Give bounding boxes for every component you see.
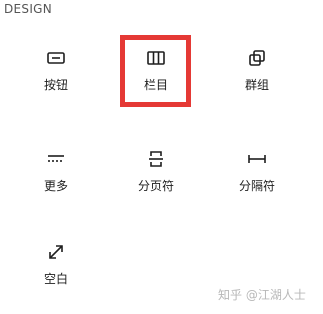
block-separator[interactable]: 分隔符 (209, 134, 305, 210)
button-icon (44, 46, 68, 70)
block-page-break[interactable]: 分页符 (108, 134, 204, 210)
block-more[interactable]: 更多 (8, 134, 104, 210)
watermark: 知乎 @江湖人士 (218, 288, 306, 302)
block-button[interactable]: 按钮 (8, 33, 104, 109)
separator-icon (245, 147, 269, 171)
page-break-icon (144, 147, 168, 171)
block-label: 按钮 (43, 78, 68, 92)
block-label: 分页符 (137, 179, 174, 193)
block-label: 更多 (43, 179, 68, 193)
spacer-icon (44, 240, 68, 264)
group-icon (245, 46, 269, 70)
block-label: 群组 (244, 78, 269, 92)
block-label: 分隔符 (238, 179, 275, 193)
block-label: 空白 (43, 272, 68, 286)
block-columns[interactable]: 栏目 (108, 33, 204, 109)
block-group[interactable]: 群组 (209, 33, 305, 109)
section-title: DESIGN (4, 2, 53, 16)
columns-icon (144, 46, 168, 70)
more-icon (44, 147, 68, 171)
block-label: 栏目 (143, 78, 168, 92)
block-spacer[interactable]: 空白 (8, 227, 104, 303)
